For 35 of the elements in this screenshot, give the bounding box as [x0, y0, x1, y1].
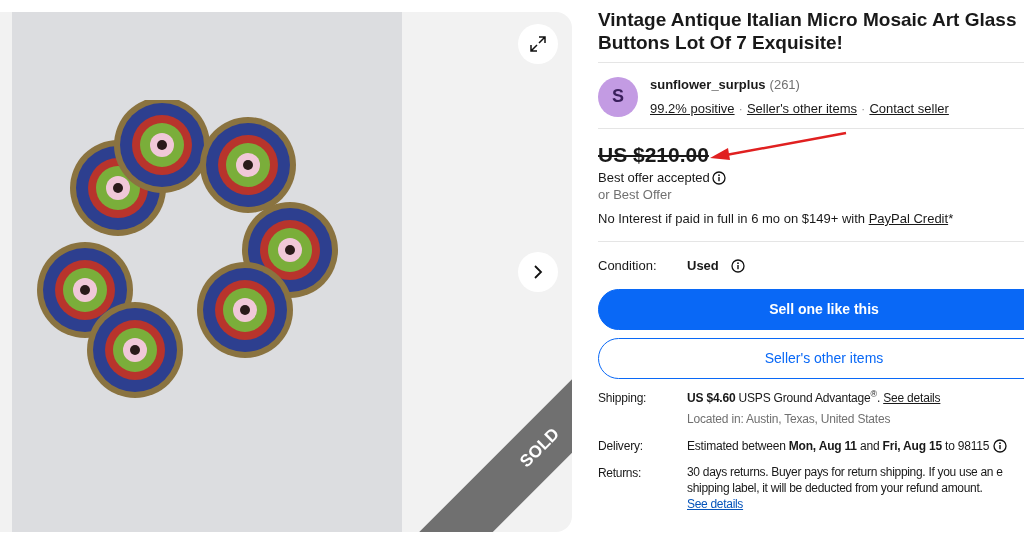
- seller-link[interactable]: 99.2% positive: [650, 98, 735, 118]
- best-offer-text: or Best Offer: [598, 187, 673, 203]
- seller-items-button[interactable]: Seller's other items: [598, 337, 1024, 379]
- see-details-link[interactable]: See details: [883, 390, 941, 405]
- sell-button[interactable]: Sell one like this: [598, 288, 1024, 330]
- delivery-label: Delivery:: [598, 438, 644, 454]
- returns-text: 30 days returns. Buyer pays for return shipping. If you use an e: [687, 463, 1003, 480]
- financing-text: No Interest if paid in full in 6 mo on $149+ with PayPal Credit*: [598, 211, 955, 227]
- condition-label: Condition:: [598, 257, 658, 275]
- seller-link[interactable]: Seller's other items: [746, 98, 858, 118]
- price: US $210.00: [598, 143, 709, 167]
- shipping-text: US $4.60 USPS Ground Advantage$^{®}$. See details: [687, 390, 941, 406]
- next-button[interactable]: [518, 252, 558, 292]
- feedback-count: (261): [769, 76, 800, 94]
- returns-label: Returns:: [598, 464, 642, 482]
- condition-value: Used: [687, 257, 719, 275]
- item-title: Vintage Antique Italian Micro Mosaic Art Glass Buttons Lot Of 7 Exquisite!: [598, 8, 1018, 54]
- location-text: Located in: Austin, Texas, United States: [687, 411, 892, 427]
- expand-button[interactable]: [518, 24, 558, 64]
- seller-link[interactable]: Contact seller: [869, 98, 949, 118]
- separator-dot: ·: [738, 99, 743, 118]
- separator-dot: ·: [861, 99, 866, 118]
- seller-avatar[interactable]: S: [598, 76, 638, 117]
- seller-name-link[interactable]: sunflower_surplus: [650, 75, 766, 95]
- best-offer-note: Best offer accepted: [598, 170, 710, 186]
- returns-text: shipping label, it will be deducted from your refund amount.: [687, 479, 984, 496]
- returns-details-link[interactable]: See details: [687, 495, 744, 512]
- chevron-right-icon: [533, 264, 543, 280]
- delivery-text: Estimated between Mon, Aug 11 and Fri, Aug 15 to 98115: [687, 438, 990, 454]
- paypal-credit-link[interactable]: PayPal Credit: [868, 211, 949, 226]
- expand-icon: [529, 35, 547, 53]
- info-icon[interactable]: [711, 171, 726, 185]
- info-icon[interactable]: [993, 439, 1008, 453]
- info-icon[interactable]: [730, 258, 745, 273]
- shipping-label: Shipping:: [598, 390, 648, 407]
